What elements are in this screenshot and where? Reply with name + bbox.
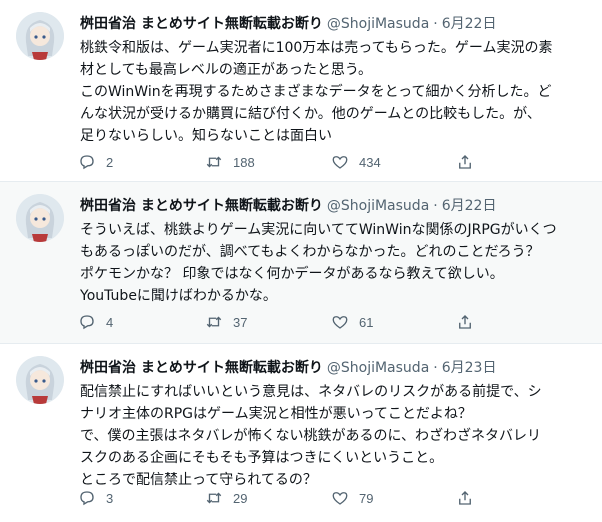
action-bar: 2 188 434 xyxy=(78,152,471,172)
heart-icon xyxy=(332,492,348,505)
author-handle[interactable]: @ShojiMasuda xyxy=(327,360,429,376)
avatar[interactable] xyxy=(16,356,64,404)
reply-count: 3 xyxy=(106,490,114,506)
tweet-text-line: 桃鉄令和版は、ゲーム実況者に100万本は売ってもらった。ゲーム実況の素 xyxy=(80,40,553,56)
action-bar: 3 29 79 xyxy=(78,488,471,508)
tweet-text-line: 足りないらしい。知らないことは面白い xyxy=(80,128,332,144)
tweet[interactable]: 桝田省治 まとめサイト無断転載お断り @ShojiMasuda · 6月23日 配信禁… xyxy=(0,344,602,522)
tweet-header: 桝田省治 まとめサイト無断転載お断り @ShojiMasuda · 6月22日 xyxy=(80,196,496,216)
separator-dot: · xyxy=(433,198,438,214)
tweet-text-line: このWinWinを再現するためさまざまなデータをとって細かく分析した。ど xyxy=(80,84,552,100)
author-handle[interactable]: @ShojiMasuda xyxy=(327,198,429,214)
separator-dot: · xyxy=(433,360,438,376)
author-name[interactable]: 桝田省治 まとめサイト無断転載お断り xyxy=(80,198,323,214)
avatar[interactable] xyxy=(16,194,64,242)
avatar[interactable] xyxy=(16,12,64,60)
tweet-header: 桝田省治 まとめサイト無断転載お断り @ShojiMasuda · 6月22日 xyxy=(80,14,496,34)
share-button[interactable] xyxy=(456,152,474,172)
tweet-text-line: 配信禁止にすればいいという意見は、ネタバレのリスクがある前提で、シ xyxy=(80,384,542,400)
tweet-text-line: んな状況が受けるか購買に結び付くか。他のゲームとの比較もした。が、 xyxy=(80,106,541,122)
reply-button[interactable]: 4 xyxy=(78,312,113,332)
tweet-date[interactable]: 6月23日 xyxy=(442,360,497,376)
tweet-text: 配信禁止にすればいいという意見は、ネタバレのリスクがある前提で、シ ナリオ主体の… xyxy=(80,381,595,491)
tweet[interactable]: 桝田省治 まとめサイト無断転載お断り @ShojiMasuda · 6月22日 そうい… xyxy=(0,182,602,344)
retweet-count: 29 xyxy=(233,490,248,506)
retweet-icon xyxy=(206,492,222,504)
reply-count: 2 xyxy=(106,154,114,170)
like-count: 434 xyxy=(359,154,381,170)
tweet-text-line: で、僕の主張はネタバレが怖くない桃鉄があるのに、わざわざネタバレリ xyxy=(80,428,542,444)
author-handle[interactable]: @ShojiMasuda xyxy=(327,16,429,32)
like-count: 61 xyxy=(359,314,374,330)
heart-icon xyxy=(332,156,348,169)
tweet-text-line: YouTubeに聞けばわかるかな。 xyxy=(80,288,277,304)
retweet-icon xyxy=(206,316,222,328)
retweet-button[interactable]: 37 xyxy=(205,312,247,332)
like-button[interactable]: 79 xyxy=(331,488,373,508)
separator-dot: · xyxy=(433,16,438,32)
share-icon xyxy=(459,155,471,169)
tweet-text-line: ナリオ主体のRPGはゲーム実況と相性が悪いってことだよね？ xyxy=(80,406,472,422)
share-button[interactable] xyxy=(456,312,474,332)
reply-icon xyxy=(80,491,94,506)
action-bar: 4 37 61 xyxy=(78,312,471,332)
retweet-button[interactable]: 188 xyxy=(205,152,255,172)
reply-icon xyxy=(80,155,94,170)
tweet-text: 桃鉄令和版は、ゲーム実況者に100万本は売ってもらった。ゲーム実況の素 材として… xyxy=(80,37,595,147)
share-icon xyxy=(459,315,471,329)
tweet-date[interactable]: 6月22日 xyxy=(442,16,497,32)
reply-icon xyxy=(80,315,94,330)
tweet[interactable]: 桝田省治 まとめサイト無断転載お断り @ShojiMasuda · 6月22日 桃鉄令… xyxy=(0,0,602,182)
retweet-count: 37 xyxy=(233,314,248,330)
like-count: 79 xyxy=(359,490,374,506)
share-button[interactable] xyxy=(456,488,474,508)
author-name[interactable]: 桝田省治 まとめサイト無断転載お断り xyxy=(80,360,323,376)
tweet-text-line: スクのある企画にそもそも予算はつきにくいということ。 xyxy=(80,450,444,466)
tweet-date[interactable]: 6月22日 xyxy=(442,198,497,214)
tweet-text-line: 材としても最高レベルの適正があったと思う。 xyxy=(80,62,373,78)
retweet-count: 188 xyxy=(233,154,255,170)
tweet-text: そういえば、桃鉄よりゲーム実況に向いててWinWinな関係のJRPGがいくつ も… xyxy=(80,219,595,307)
reply-button[interactable]: 2 xyxy=(78,152,113,172)
tweet-text-line: ポケモンかな？ 印象ではなく何かデータがあるなら教えて欲しい。 xyxy=(80,266,504,282)
reply-button[interactable]: 3 xyxy=(78,488,113,508)
reply-count: 4 xyxy=(106,314,114,330)
retweet-icon xyxy=(206,156,222,168)
author-name[interactable]: 桝田省治 まとめサイト無断転載お断り xyxy=(80,16,323,32)
like-button[interactable]: 434 xyxy=(331,152,381,172)
share-icon xyxy=(459,491,471,505)
tweet-text-line: そういえば、桃鉄よりゲーム実況に向いててWinWinな関係のJRPGがいくつ xyxy=(80,222,557,238)
retweet-button[interactable]: 29 xyxy=(205,488,247,508)
tweet-header: 桝田省治 まとめサイト無断転載お断り @ShojiMasuda · 6月23日 xyxy=(80,358,496,378)
heart-icon xyxy=(332,316,348,329)
like-button[interactable]: 61 xyxy=(331,312,373,332)
tweet-text-line: もあるっぽいのだが、調べてもよくわからなかった。どれのことだろう？ xyxy=(80,244,540,260)
